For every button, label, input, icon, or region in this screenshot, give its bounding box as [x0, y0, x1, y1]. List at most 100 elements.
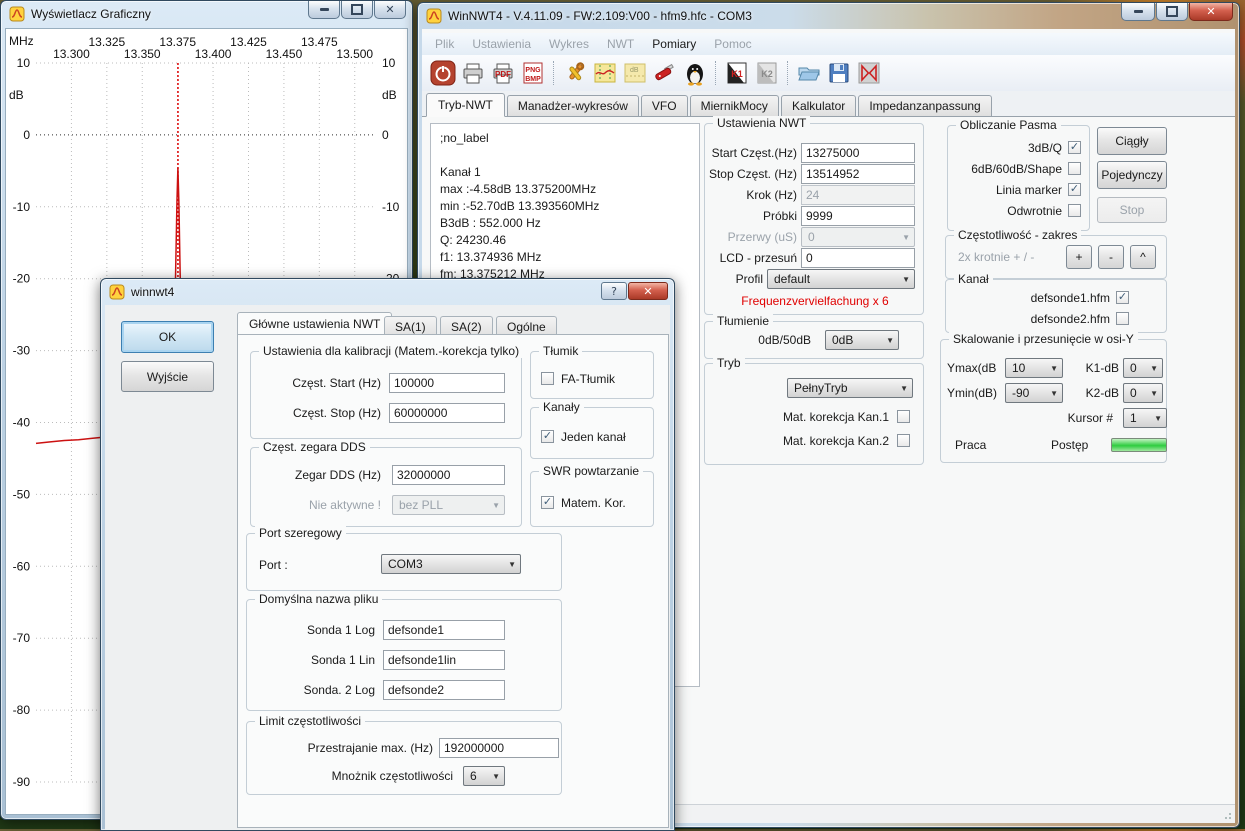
mnoznik-combo[interactable]: 6▼	[463, 766, 505, 786]
zakres-up-button[interactable]: ^	[1130, 245, 1156, 269]
profil-combo[interactable]: default▼	[767, 269, 915, 289]
svg-text:13.500: 13.500	[336, 47, 373, 61]
k2-db-combo[interactable]: 0▼	[1123, 383, 1163, 403]
stop-czest-input[interactable]: 13514952	[801, 164, 915, 184]
menu-nwt[interactable]: NWT	[598, 35, 643, 53]
dialog-title: winnwt4	[131, 285, 174, 299]
groupbox-kanal: Kanał defsonde1.hfm defsonde2.hfm	[945, 279, 1167, 333]
menu-ustawienia[interactable]: Ustawienia	[463, 35, 540, 53]
sonda1-lin-input[interactable]: defsonde1lin	[383, 650, 505, 670]
close-icon[interactable]: ✕	[628, 282, 668, 300]
wyjscie-button[interactable]: Wyjście	[121, 361, 214, 392]
groupbox-obliczanie-pasma: Obliczanie Pasma 3dB/Q 6dB/60dB/Shape Li…	[947, 125, 1090, 231]
main-window-titlebar[interactable]: WinNWT4 - V.4.11.09 - FW:2.109:V00 - hfm…	[418, 3, 1239, 29]
svg-text:K1: K1	[731, 69, 743, 79]
sonda2-log-input[interactable]: defsonde2	[383, 680, 505, 700]
groupbox-limit: Limit częstotliwości Przestrajanie max. …	[246, 721, 562, 795]
ok-button[interactable]: OK	[121, 321, 214, 353]
close-icon[interactable]: ✕	[374, 1, 406, 19]
zakres-plus-button[interactable]: +	[1066, 245, 1092, 269]
sonda1-log-input[interactable]: defsonde1	[383, 620, 505, 640]
zakres-minus-button[interactable]: -	[1098, 245, 1124, 269]
groupbox-tlumienie: Tłumienie 0dB/50dB 0dB▼	[704, 321, 924, 359]
minimize-icon[interactable]	[308, 1, 340, 19]
save-file-icon[interactable]	[825, 59, 853, 87]
close-icon[interactable]: ✕	[1189, 3, 1233, 21]
svg-text:13.350: 13.350	[124, 47, 161, 61]
linia-marker-checkbox[interactable]	[1068, 183, 1081, 196]
abort-icon[interactable]	[855, 59, 883, 87]
dialog-titlebar[interactable]: winnwt4	[101, 279, 674, 305]
tab-glowne-ustawienia[interactable]: Główne ustawienia NWT	[237, 312, 392, 336]
svg-text:dB: dB	[630, 67, 639, 74]
mat-korekcja-kan1-checkbox[interactable]	[897, 410, 910, 423]
calibration-k1-icon[interactable]: K1	[723, 59, 751, 87]
toolbar-separator	[787, 61, 789, 85]
odwrotnie-checkbox[interactable]	[1068, 204, 1081, 217]
probki-input[interactable]: 9999	[801, 206, 915, 226]
power-icon[interactable]	[429, 59, 457, 87]
tab-tryb-nwt[interactable]: Tryb-NWT	[426, 93, 505, 117]
svg-text:13.450: 13.450	[266, 47, 303, 61]
print-pdf-icon[interactable]: PDF	[489, 59, 517, 87]
tlumienie-combo[interactable]: 0dB▼	[825, 330, 899, 350]
k1-db-combo[interactable]: 0▼	[1123, 358, 1163, 378]
maximize-icon[interactable]	[341, 1, 373, 19]
tryb-combo[interactable]: PełnyTryb▼	[787, 378, 913, 398]
ymax-combo[interactable]: 10▼	[1005, 358, 1063, 378]
pojedynczy-button[interactable]: Pojedynczy	[1097, 161, 1167, 189]
help-icon[interactable]: ?	[601, 282, 627, 300]
minimize-icon[interactable]	[1121, 3, 1155, 21]
przestrajanie-max-input[interactable]: 192000000	[439, 738, 559, 758]
groupbox-ustawienia-nwt: Ustawienia NWT Start Częst.(Hz) 13275000…	[704, 123, 924, 315]
jeden-kanal-checkbox[interactable]	[541, 430, 554, 443]
zegar-dds-input[interactable]: 32000000	[392, 465, 505, 485]
menu-pomiary[interactable]: Pomiary	[643, 35, 705, 53]
kalibracja-start-input[interactable]: 100000	[389, 373, 505, 393]
mat-korekcja-kan2-checkbox[interactable]	[897, 434, 910, 447]
svg-text:PNG: PNG	[525, 67, 541, 74]
resize-grip[interactable]	[1222, 810, 1232, 820]
ciagly-button[interactable]: Ciągły	[1097, 127, 1167, 155]
print-icon[interactable]	[459, 59, 487, 87]
kalibracja-stop-input[interactable]: 60000000	[389, 403, 505, 423]
groupbox-kanaly: Kanały Jeden kanał	[530, 407, 654, 459]
swiss-knife-icon[interactable]	[651, 59, 679, 87]
matem-kor-checkbox[interactable]	[541, 496, 554, 509]
svg-text:0: 0	[23, 128, 30, 142]
svg-text:13.425: 13.425	[230, 35, 267, 49]
linux-tux-icon[interactable]	[681, 59, 709, 87]
menu-wykres[interactable]: Wykres	[540, 35, 598, 53]
menu-pomoc[interactable]: Pomoc	[705, 35, 760, 53]
tab-miernikmocy[interactable]: MiernikMocy	[690, 95, 779, 116]
svg-text:-20: -20	[13, 272, 31, 286]
kursor-combo[interactable]: 1▼	[1123, 408, 1167, 428]
lcd-przesun-input[interactable]: 0	[801, 248, 915, 268]
sweep-settings-icon[interactable]	[591, 59, 619, 87]
6db-60db-shape-checkbox[interactable]	[1068, 162, 1081, 175]
groupbox-kalibracja: Ustawienia dla kalibracji (Matem.-korekc…	[250, 351, 522, 439]
fa-tlumik-checkbox[interactable]	[541, 372, 554, 385]
3db-q-checkbox[interactable]	[1068, 141, 1081, 154]
calibration-k2-icon[interactable]: K2	[753, 59, 781, 87]
export-png-bmp-icon[interactable]: PNG BMP	[519, 59, 547, 87]
svg-text:-80: -80	[13, 703, 31, 717]
app-icon	[9, 6, 25, 22]
db-settings-icon[interactable]: dB	[621, 59, 649, 87]
tools-icon[interactable]	[561, 59, 589, 87]
menu-plik[interactable]: Plik	[426, 35, 463, 53]
maximize-icon[interactable]	[1156, 3, 1188, 21]
tab-impedanzanpassung[interactable]: Impedanzanpassung	[858, 95, 991, 116]
open-file-icon[interactable]	[795, 59, 823, 87]
svg-text:dB: dB	[382, 88, 397, 102]
svg-text:13.475: 13.475	[301, 35, 338, 49]
defsonde2-checkbox[interactable]	[1116, 312, 1129, 325]
ymin-combo[interactable]: -90▼	[1005, 383, 1063, 403]
tab-vfo[interactable]: VFO	[641, 95, 688, 116]
start-czest-input[interactable]: 13275000	[801, 143, 915, 163]
defsonde1-checkbox[interactable]	[1116, 291, 1129, 304]
tab-manadzer-wykresow[interactable]: Manadżer-wykresów	[507, 95, 639, 116]
port-combo[interactable]: COM3▼	[381, 554, 521, 574]
groupbox-dds: Częst. zegara DDS Zegar DDS (Hz) 3200000…	[250, 447, 522, 527]
tab-kalkulator[interactable]: Kalkulator	[781, 95, 856, 116]
